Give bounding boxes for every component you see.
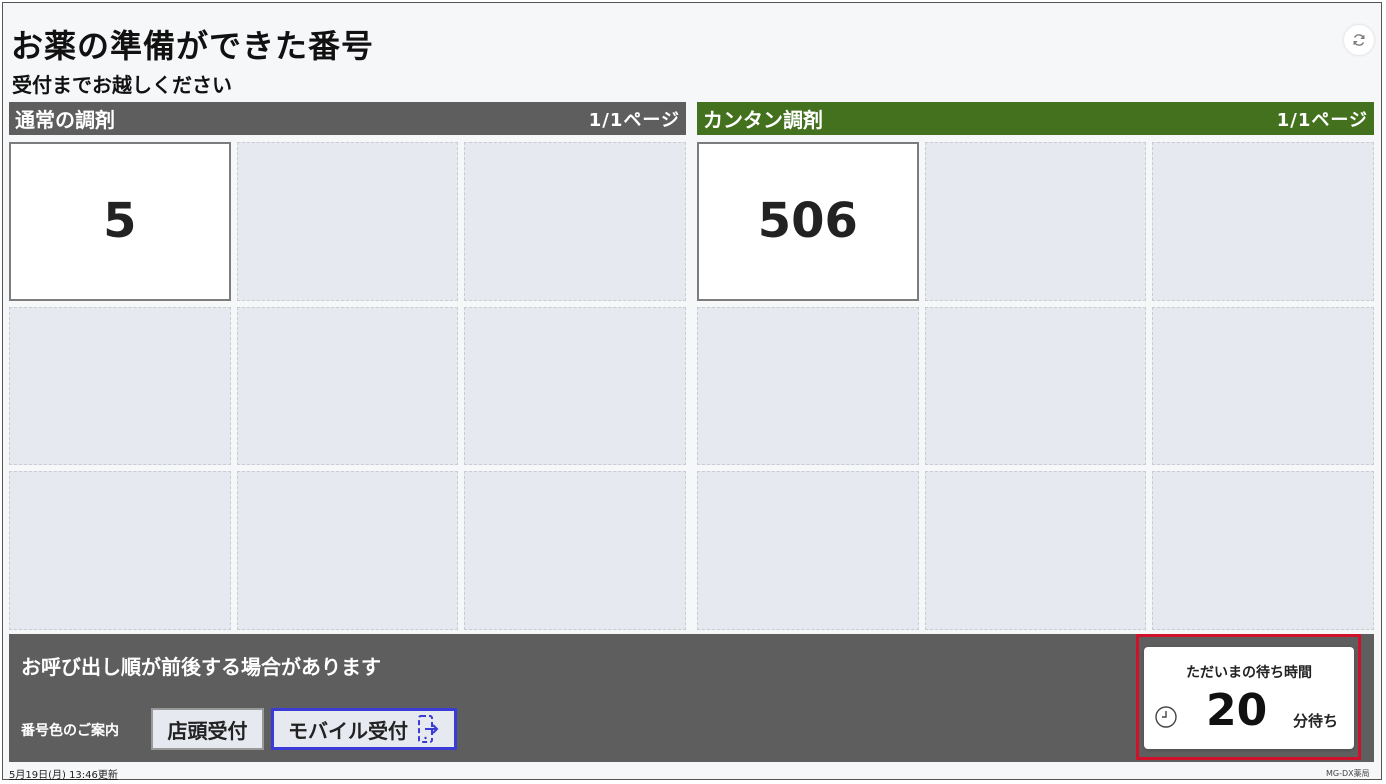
empty-cell (464, 471, 686, 630)
empty-cell (697, 306, 919, 466)
empty-cell (697, 471, 919, 630)
mobile-reception-legend: モバイル受付 (271, 708, 457, 750)
empty-cell (464, 306, 686, 466)
empty-cell (924, 142, 1147, 301)
empty-cell (464, 142, 686, 301)
panel-name-simple: カンタン調剤 (703, 108, 823, 132)
refresh-button[interactable] (1344, 25, 1374, 55)
ready-number: 5 (103, 193, 137, 250)
empty-cell (1152, 471, 1374, 630)
empty-cell (1152, 306, 1374, 466)
store-reception-label: 店頭受付 (167, 718, 248, 743)
mobile-exit-icon (418, 715, 439, 743)
number-grid-simple: 506 (697, 142, 1374, 630)
wait-time-highlight: ただいまの待ち時間 20 分待ち (1136, 634, 1361, 760)
page-title: お薬の準備ができた番号 (11, 27, 375, 65)
clock-icon (1155, 706, 1177, 728)
wait-unit: 分待ち (1293, 712, 1339, 730)
panel-page-normal: 1/1ページ (588, 109, 680, 131)
empty-cell (9, 306, 231, 466)
color-guide-label: 番号色のご案内 (21, 723, 119, 739)
wait-time-card: ただいまの待ち時間 20 分待ち (1144, 647, 1354, 749)
panel-header-normal: 通常の調剤 1/1ページ (9, 102, 686, 135)
number-cell: 506 (697, 142, 919, 301)
empty-cell (236, 306, 459, 466)
refresh-icon (1353, 34, 1365, 46)
number-grid-normal: 5 (9, 142, 686, 630)
wait-time-title: ただいまの待ち時間 (1186, 665, 1312, 681)
empty-cell (236, 471, 459, 630)
empty-cell (924, 306, 1147, 466)
footer-bar: お呼び出し順が前後する場合があります 番号色のご案内 店頭受付 モバイル受付 た… (9, 634, 1374, 762)
ready-number: 506 (757, 193, 858, 250)
page-subtitle: 受付までお越しください (12, 73, 232, 97)
panel-name-normal: 通常の調剤 (15, 108, 115, 132)
empty-cell (9, 471, 231, 630)
store-reception-legend: 店頭受付 (151, 708, 264, 750)
order-notice: お呼び出し順が前後する場合があります (21, 655, 381, 679)
empty-cell (1152, 142, 1374, 301)
last-updated: 5月19日(月) 13:46更新 (9, 770, 118, 781)
number-cell: 5 (9, 142, 231, 301)
empty-cell (924, 471, 1147, 630)
mobile-reception-label: モバイル受付 (288, 718, 408, 743)
wait-minutes: 20 (1206, 685, 1268, 736)
panel-header-simple: カンタン調剤 1/1ページ (697, 102, 1374, 135)
empty-cell (236, 142, 459, 301)
panel-page-simple: 1/1ページ (1276, 109, 1368, 131)
brand-label: MG-DX薬局 (1326, 769, 1370, 778)
